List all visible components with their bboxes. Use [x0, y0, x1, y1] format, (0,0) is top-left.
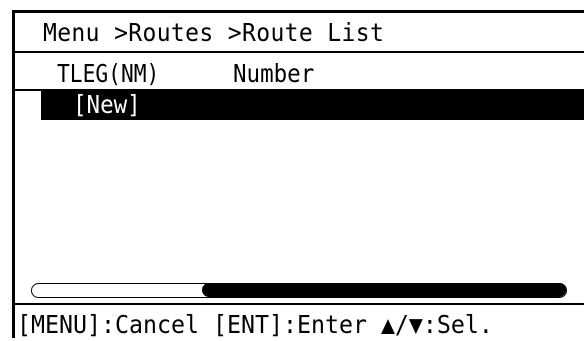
- scrollbar-thumb[interactable]: [202, 283, 566, 297]
- title-bar: Menu >Routes >Route List: [15, 13, 584, 53]
- route-list-screen: Menu >Routes >Route List TLEG(NM) Number…: [12, 10, 584, 341]
- column-header-number: Number: [233, 59, 315, 88]
- list-item-new-route[interactable]: [New]: [41, 91, 584, 120]
- breadcrumb: Menu >Routes >Route List: [43, 18, 385, 47]
- list-item-label: [New]: [73, 90, 141, 119]
- footer-hint-bar: [MENU]:Cancel [ENT]:Enter ▲/▼:Sel.: [15, 303, 584, 341]
- column-header-tleg: TLEG(NM): [57, 59, 160, 88]
- footer-hint-text: [MENU]:Cancel [ENT]:Enter ▲/▼:Sel.: [17, 310, 493, 339]
- horizontal-scrollbar[interactable]: [31, 283, 567, 298]
- column-header-row: TLEG(NM) Number: [15, 53, 584, 91]
